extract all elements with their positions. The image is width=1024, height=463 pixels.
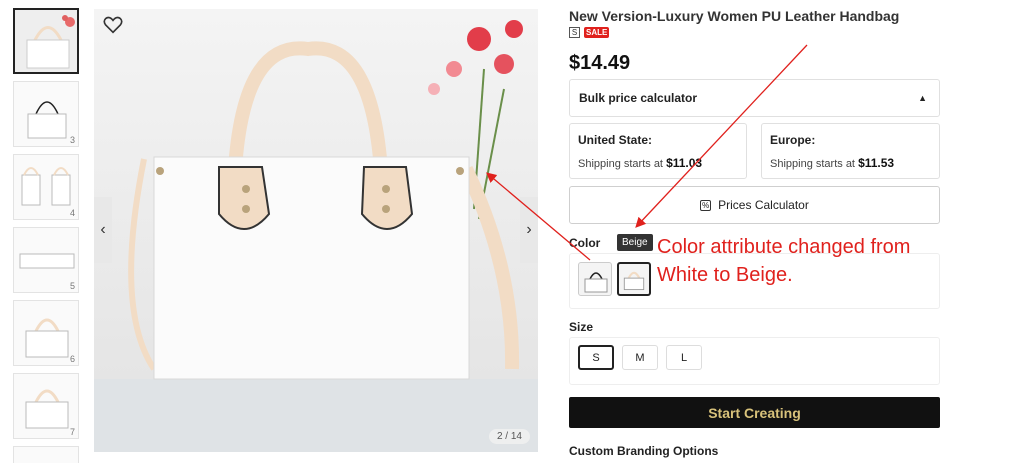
caret-up-icon: ▲	[918, 93, 927, 103]
size-option-l[interactable]: L	[666, 345, 702, 370]
start-creating-button[interactable]: Start Creating	[569, 397, 940, 428]
shipping-card-us: United State: Shipping starts at $11.03	[569, 123, 747, 179]
thumbnail-number: 5	[69, 281, 75, 291]
shipping-prefix: Shipping starts at	[770, 158, 855, 170]
s-badge: S	[569, 27, 580, 38]
shipping-region: United State:	[578, 133, 653, 147]
thumbnail-number: 7	[69, 427, 75, 437]
color-label: Color	[569, 236, 601, 250]
calculator-icon: %	[700, 199, 712, 211]
next-image-button[interactable]: ›	[520, 197, 538, 263]
product-price: $14.49	[569, 52, 631, 74]
thumbnail-8[interactable]	[13, 446, 79, 463]
prices-calculator-button[interactable]: % Prices Calculator	[569, 186, 940, 224]
thumbnail-5[interactable]: 5	[13, 227, 79, 293]
thumbnail-1[interactable]	[13, 8, 79, 74]
thumbnail-number: 6	[69, 354, 75, 364]
heart-icon[interactable]	[102, 14, 124, 36]
thumbnail-list: 3 4 5 6 7	[13, 8, 79, 463]
annotation-text: Color attribute changed from White to Be…	[657, 233, 997, 289]
bulk-calculator-label: Bulk price calculator	[579, 91, 698, 105]
color-tooltip: Beige	[617, 234, 653, 251]
shipping-region: Europe:	[770, 133, 816, 147]
handbag-image	[94, 9, 538, 452]
size-option-s[interactable]: S	[578, 345, 614, 370]
color-swatch-white[interactable]	[578, 262, 612, 296]
custom-branding-heading[interactable]: Custom Branding Options	[569, 444, 718, 458]
sale-badge: SALE	[584, 27, 610, 38]
product-title: New Version-Luxury Women PU Leather Hand…	[569, 8, 900, 24]
thumbnail-7[interactable]: 7	[13, 373, 79, 439]
annotation-line-1: Color attribute changed from	[657, 236, 911, 258]
thumbnail-3[interactable]: 3	[13, 81, 79, 147]
chevron-left-icon: ‹	[100, 221, 106, 238]
shipping-amount: $11.03	[666, 156, 703, 170]
shipping-amount: $11.53	[858, 156, 895, 170]
color-swatch-beige[interactable]	[617, 262, 651, 296]
size-label: Size	[569, 320, 594, 334]
main-product-image: ‹ › 2 / 14	[94, 9, 538, 452]
shipping-prefix: Shipping starts at	[578, 158, 663, 170]
product-badges: S SALE	[569, 27, 610, 38]
prices-calculator-label: Prices Calculator	[718, 198, 809, 212]
annotation-line-2: White to Beige.	[657, 264, 793, 286]
shipping-card-eu: Europe: Shipping starts at $11.53	[761, 123, 940, 179]
chevron-right-icon: ›	[526, 221, 532, 238]
image-counter: 2 / 14	[488, 429, 530, 444]
thumbnail-number: 3	[69, 135, 75, 145]
size-options: S M L	[569, 337, 940, 385]
bulk-price-calculator-toggle[interactable]: Bulk price calculator ▲	[569, 79, 940, 117]
prev-image-button[interactable]: ‹	[94, 197, 112, 263]
size-option-m[interactable]: M	[622, 345, 658, 370]
product-page: 3 4 5 6 7 ‹ › 2 / 14 New Version-Luxury …	[0, 0, 1024, 463]
thumbnail-6[interactable]: 6	[13, 300, 79, 366]
thumbnail-4[interactable]: 4	[13, 154, 79, 220]
handbag-thumb-image	[15, 10, 77, 72]
thumbnail-number: 4	[69, 208, 75, 218]
